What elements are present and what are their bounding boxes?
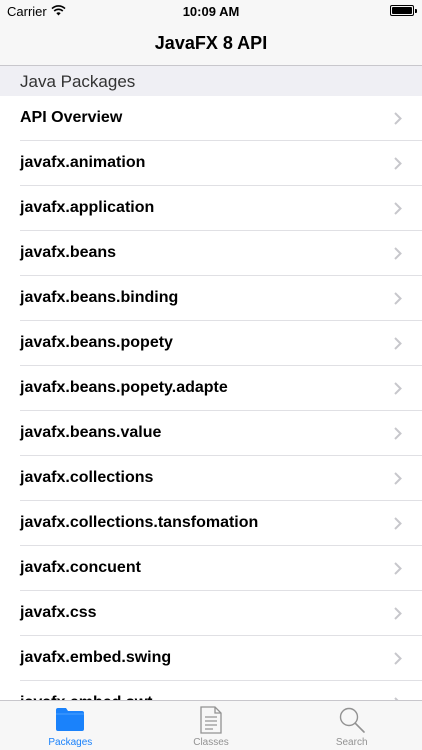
package-name: javafx.application: [20, 199, 155, 216]
package-name: javafx.animation: [20, 154, 146, 171]
search-icon: [338, 706, 366, 739]
package-list[interactable]: API Overview javafx.animation javafx.appli…: [0, 96, 422, 700]
tab-search[interactable]: Search: [281, 701, 422, 750]
chevron-right-icon: [394, 562, 402, 575]
chevron-right-icon: [394, 337, 402, 350]
list-item[interactable]: javafx.beans.popety: [0, 321, 422, 366]
tab-search-label: Search: [335, 737, 368, 748]
section-header-label: Java Packages: [20, 72, 136, 91]
list-item[interactable]: javafx.beans: [0, 231, 422, 276]
package-name: javafx.collections.tansfomation: [20, 514, 259, 531]
navigation-bar: JavaFX 8 API: [0, 22, 422, 66]
list-item[interactable]: javafx.embed.swt: [0, 681, 422, 700]
package-name: javafx.beans: [20, 244, 117, 261]
chevron-right-icon: [394, 112, 402, 125]
tab-packages[interactable]: Packages: [0, 701, 141, 750]
battery-icon: [390, 5, 417, 16]
chevron-right-icon: [394, 247, 402, 260]
document-icon: [199, 706, 223, 739]
list-item[interactable]: javafx.beans.popety.adapte: [0, 366, 422, 411]
page-title: JavaFX 8 API: [154, 33, 268, 53]
list-item[interactable]: javafx.collections: [0, 456, 422, 501]
list-item[interactable]: javafx.application: [0, 186, 422, 231]
chevron-right-icon: [394, 382, 402, 395]
package-name: javafx.beans.popety.adapte: [20, 379, 228, 396]
tab-bar: Packages Classes Search: [0, 700, 422, 750]
package-name: API Overview: [20, 109, 123, 126]
list-item[interactable]: javafx.collections.tansfomation: [0, 501, 422, 546]
list-item[interactable]: javafx.embed.swing: [0, 636, 422, 681]
folder-icon: [55, 706, 85, 737]
status-bar: Carrier 10:09 AM: [0, 0, 422, 22]
package-name: javafx.beans.binding: [20, 289, 179, 306]
chevron-right-icon: [394, 157, 402, 170]
chevron-right-icon: [394, 517, 402, 530]
list-item[interactable]: javafx.css: [0, 591, 422, 636]
chevron-right-icon: [394, 652, 402, 665]
list-item[interactable]: javafx.beans.binding: [0, 276, 422, 321]
tab-classes-label: Classes: [193, 737, 229, 748]
chevron-right-icon: [394, 427, 402, 440]
package-name: javafx.collections: [20, 469, 154, 486]
screen: Carrier 10:09 AM JavaFX 8 API Java Packa…: [0, 0, 422, 750]
chevron-right-icon: [394, 607, 402, 620]
list-item[interactable]: API Overview: [0, 96, 422, 141]
tab-packages-label: Packages: [48, 737, 93, 748]
list-item[interactable]: javafx.concuent: [0, 546, 422, 591]
chevron-right-icon: [394, 472, 402, 485]
chevron-right-icon: [394, 202, 402, 215]
package-name: javafx.css: [20, 604, 97, 621]
tab-classes[interactable]: Classes: [141, 701, 282, 750]
package-name: javafx.beans.popety: [20, 334, 173, 351]
list-item[interactable]: javafx.beans.value: [0, 411, 422, 456]
list-item[interactable]: javafx.animation: [0, 141, 422, 186]
section-header: Java Packages: [0, 66, 422, 96]
package-name: javafx.concuent: [20, 559, 141, 576]
package-name: javafx.beans.value: [20, 424, 162, 441]
status-time: 10:09 AM: [182, 4, 240, 19]
package-name: javafx.embed.swing: [20, 649, 172, 666]
chevron-right-icon: [394, 292, 402, 305]
